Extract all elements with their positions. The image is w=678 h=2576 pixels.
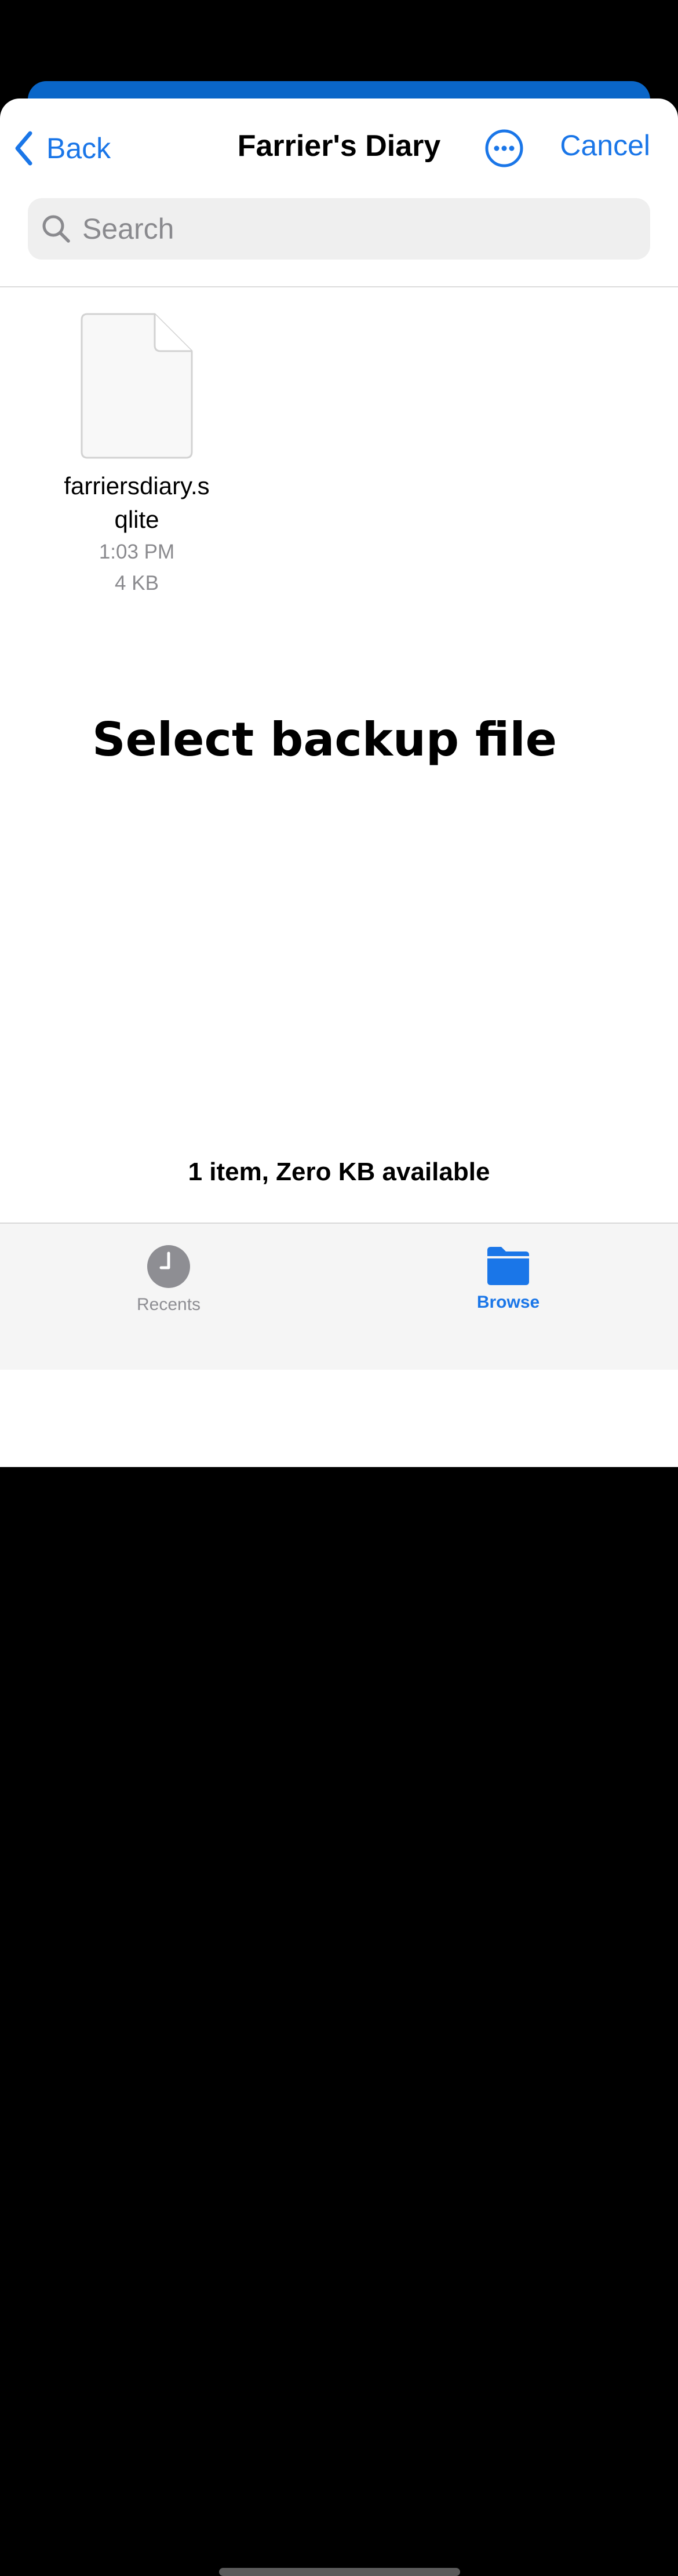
file-size: 4 KB: [115, 572, 159, 594]
navigation-bar: Back Farrier's Diary Cancel: [0, 98, 678, 197]
home-indicator: [219, 2568, 460, 2576]
tab-browse-label: Browse: [476, 1293, 540, 1312]
file-name: farriersdiary.s qlite: [64, 472, 210, 533]
select-backup-title: Select backup file: [92, 713, 557, 767]
search-bar[interactable]: [28, 198, 650, 260]
search-icon: [42, 215, 70, 243]
cancel-button[interactable]: Cancel: [560, 129, 650, 162]
divider: [0, 286, 678, 287]
storage-status: 1 item, Zero KB available: [188, 1158, 490, 1186]
ellipsis-circle-icon: [485, 129, 523, 167]
search-input[interactable]: [81, 211, 605, 246]
tab-recents[interactable]: Recents: [111, 1245, 227, 1315]
tab-recents-label: Recents: [136, 1295, 201, 1314]
tab-bar: Recents Browse: [0, 1223, 678, 2576]
folder-icon: [487, 1247, 529, 1285]
document-icon: [81, 313, 193, 459]
file-item[interactable]: farriersdiary.s qlite 1:03 PM 4 KB: [35, 313, 239, 599]
tab-browse[interactable]: Browse: [450, 1245, 566, 1312]
more-options-button[interactable]: [484, 129, 524, 168]
file-time: 1:03 PM: [99, 541, 175, 563]
clock-icon: [147, 1245, 190, 1288]
